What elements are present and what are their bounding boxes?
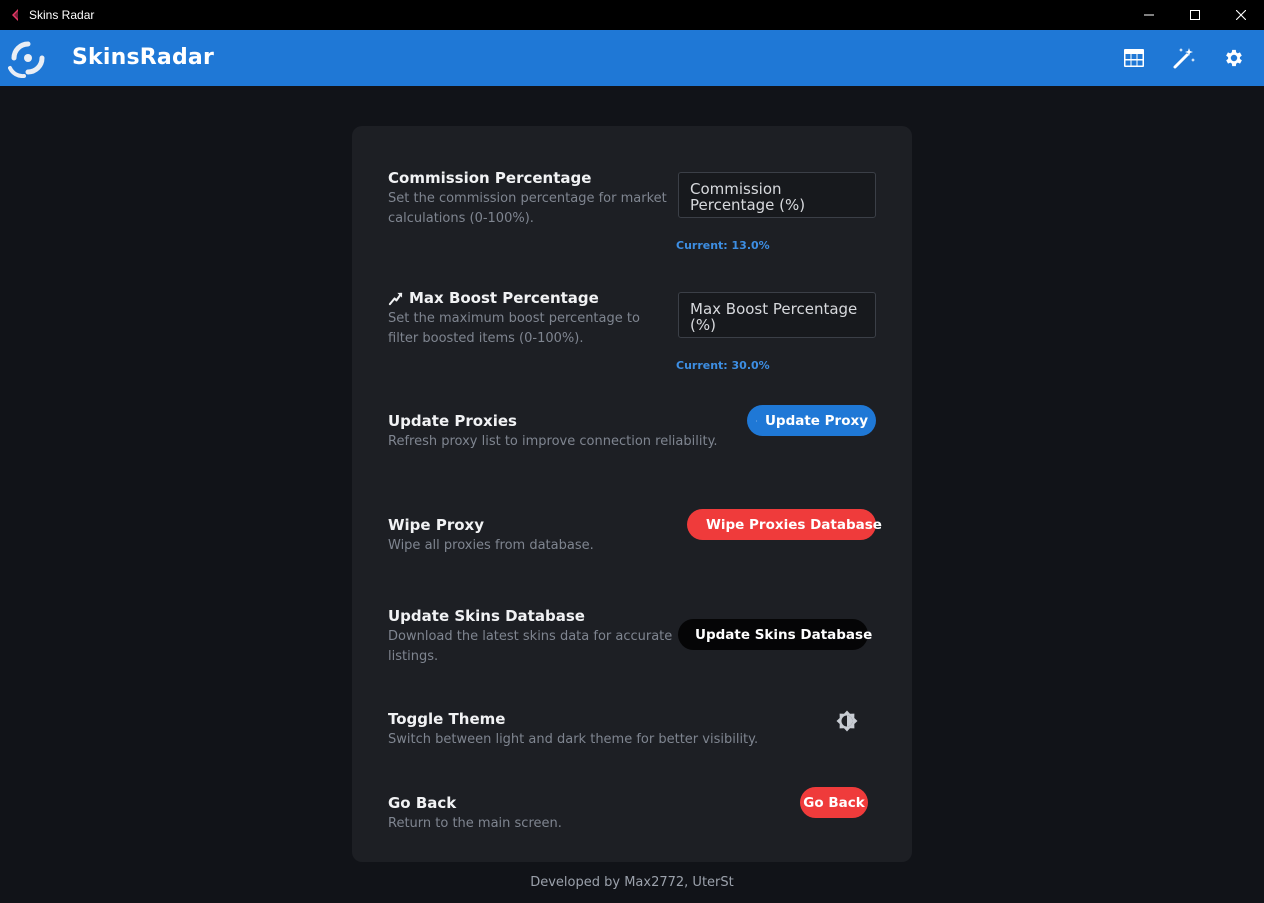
maximize-icon bbox=[1190, 10, 1200, 20]
maximize-button[interactable] bbox=[1172, 0, 1218, 30]
settings-button[interactable] bbox=[1222, 46, 1246, 70]
skins-radar-app-icon bbox=[12, 9, 18, 21]
window-titlebar: Skins Radar bbox=[0, 0, 1264, 30]
window-title: Skins Radar bbox=[29, 8, 95, 22]
magic-wand-icon bbox=[1173, 48, 1195, 69]
minimize-button[interactable] bbox=[1126, 0, 1172, 30]
toggle-theme-description: Switch between light and dark theme for … bbox=[388, 732, 759, 747]
settings-card: Commission Percentage Set the commission… bbox=[352, 126, 912, 862]
footer-credits: Developed by Max2772, UterSt bbox=[530, 875, 734, 890]
setting-go-back: Go Back Return to the main screen. Go Ba… bbox=[388, 787, 876, 844]
close-icon bbox=[1236, 10, 1246, 20]
go-back-description: Return to the main screen. bbox=[388, 816, 562, 831]
app-brand: SkinsRadar bbox=[72, 45, 215, 70]
wipe-proxies-label: Wipe Proxies Database bbox=[706, 516, 882, 533]
magic-wand-button[interactable] bbox=[1172, 46, 1196, 70]
update-skins-description: Download the latest skins data for accur… bbox=[388, 629, 673, 664]
globe-lock-icon bbox=[756, 420, 757, 421]
trending-up-icon bbox=[388, 292, 403, 305]
update-proxy-button[interactable]: Update Proxy bbox=[747, 405, 876, 436]
setting-wipe-proxy: Wipe Proxy Wipe all proxies from databas… bbox=[388, 509, 882, 566]
app-header: SkinsRadar bbox=[0, 30, 1264, 86]
setting-update-skins: Update Skins Database Download the lates… bbox=[388, 607, 876, 667]
minimize-icon bbox=[1144, 14, 1154, 16]
update-proxy-label: Update Proxy bbox=[764, 412, 868, 429]
table-icon bbox=[1124, 49, 1144, 67]
setting-toggle-theme: Toggle Theme Switch between light and da… bbox=[388, 710, 876, 760]
table-view-button[interactable] bbox=[1122, 46, 1146, 70]
update-proxies-description: Refresh proxy list to improve connection… bbox=[388, 434, 718, 449]
update-skins-label: Update Skins Database bbox=[695, 626, 873, 643]
go-back-label: Go Back bbox=[803, 794, 865, 811]
toggle-theme-title: Toggle Theme bbox=[388, 710, 506, 728]
brightness-icon bbox=[836, 710, 858, 732]
skinsradar-logo-icon bbox=[8, 41, 45, 78]
commission-input[interactable]: Commission Percentage (%) bbox=[678, 172, 876, 218]
toggle-theme-button[interactable] bbox=[834, 708, 860, 734]
max-boost-input[interactable]: Max Boost Percentage (%) bbox=[678, 292, 876, 338]
max-boost-title: Max Boost Percentage bbox=[409, 289, 599, 307]
setting-commission: Commission Percentage Set the commission… bbox=[388, 169, 876, 259]
commission-current: Current: 13.0% bbox=[676, 239, 770, 252]
update-skins-button[interactable]: Update Skins Database bbox=[678, 619, 872, 650]
max-boost-current: Current: 30.0% bbox=[676, 359, 770, 372]
go-back-button[interactable]: Go Back bbox=[800, 787, 868, 818]
wipe-proxies-button[interactable]: Wipe Proxies Database bbox=[687, 509, 882, 540]
gear-icon bbox=[1226, 49, 1242, 67]
close-button[interactable] bbox=[1218, 0, 1264, 30]
setting-update-proxies: Update Proxies Refresh proxy list to imp… bbox=[388, 405, 876, 462]
max-boost-description: Set the maximum boost percentage to filt… bbox=[388, 311, 640, 346]
setting-max-boost: Max Boost Percentage Set the maximum boo… bbox=[388, 289, 876, 379]
commission-description: Set the commission percentage for market… bbox=[388, 191, 667, 226]
